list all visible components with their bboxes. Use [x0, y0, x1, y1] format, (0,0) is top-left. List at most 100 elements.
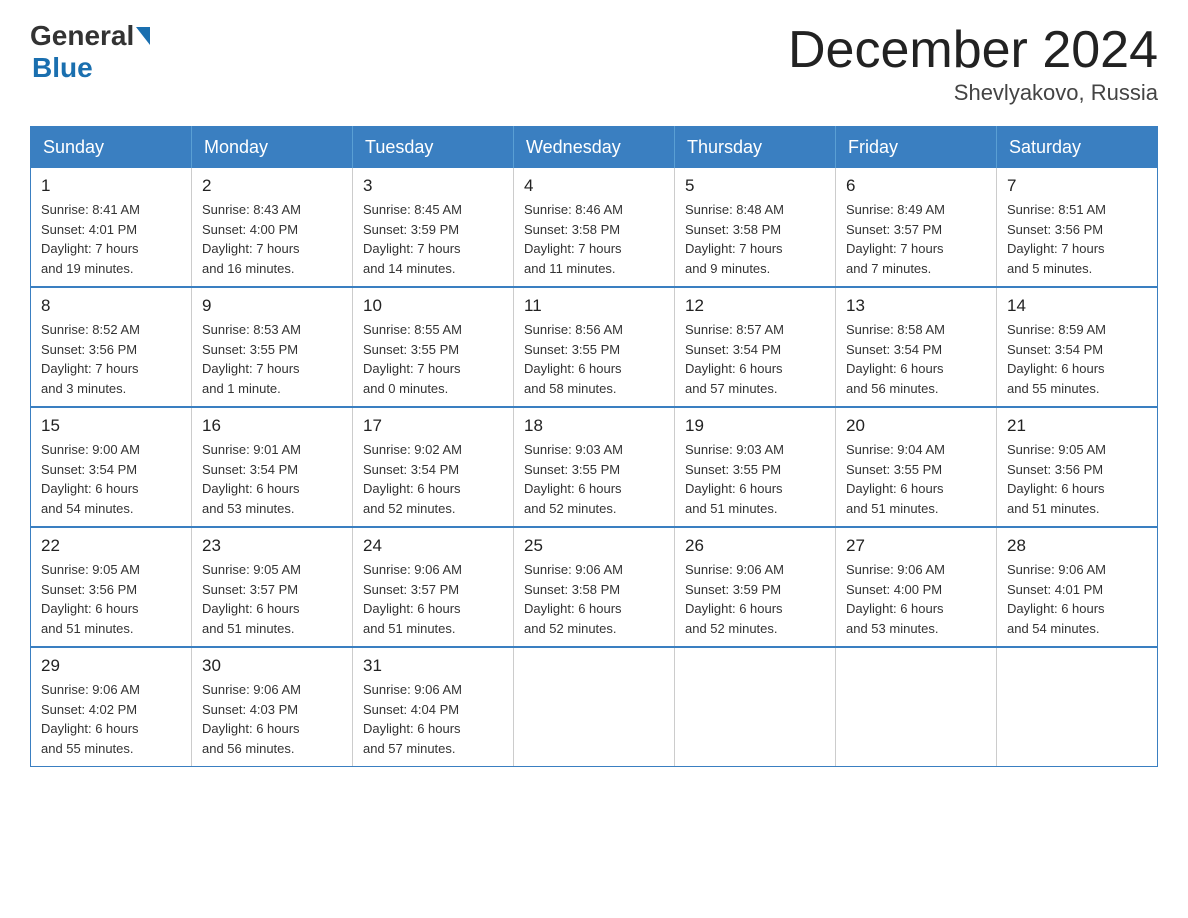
day-number: 12	[685, 296, 825, 316]
day-number: 30	[202, 656, 342, 676]
day-number: 16	[202, 416, 342, 436]
calendar-cell: 14Sunrise: 8:59 AMSunset: 3:54 PMDayligh…	[997, 287, 1158, 407]
day-number: 18	[524, 416, 664, 436]
calendar-cell: 9 Sunrise: 8:53 AMSunset: 3:55 PMDaylight…	[192, 287, 353, 407]
calendar-cell: 21 Sunrise: 9:05 AMSunset: 3:56 PMDayligh…	[997, 407, 1158, 527]
calendar-cell: 23 Sunrise: 9:05 AMSunset: 3:57 PMDayligh…	[192, 527, 353, 647]
calendar-cell: 17 Sunrise: 9:02 AMSunset: 3:54 PMDayligh…	[353, 407, 514, 527]
calendar-table: SundayMondayTuesdayWednesdayThursdayFrid…	[30, 126, 1158, 767]
day-info: Sunrise: 8:55 AMSunset: 3:55 PMDaylight:…	[363, 320, 503, 398]
calendar-week-5: 29 Sunrise: 9:06 AMSunset: 4:02 PMDayligh…	[31, 647, 1158, 767]
day-number: 5	[685, 176, 825, 196]
day-number: 6	[846, 176, 986, 196]
day-info: Sunrise: 9:06 AMSunset: 4:01 PMDaylight:…	[1007, 560, 1147, 638]
calendar-cell: 25Sunrise: 9:06 AMSunset: 3:58 PMDayligh…	[514, 527, 675, 647]
calendar-cell	[675, 647, 836, 767]
calendar-cell: 5 Sunrise: 8:48 AMSunset: 3:58 PMDaylight…	[675, 168, 836, 287]
weekday-header-tuesday: Tuesday	[353, 127, 514, 169]
day-info: Sunrise: 8:48 AMSunset: 3:58 PMDaylight:…	[685, 200, 825, 278]
day-info: Sunrise: 9:05 AMSunset: 3:56 PMDaylight:…	[1007, 440, 1147, 518]
calendar-cell: 26 Sunrise: 9:06 AMSunset: 3:59 PMDayligh…	[675, 527, 836, 647]
calendar-week-4: 22 Sunrise: 9:05 AMSunset: 3:56 PMDayligh…	[31, 527, 1158, 647]
logo-arrow-icon	[136, 27, 150, 45]
calendar-cell: 24Sunrise: 9:06 AMSunset: 3:57 PMDayligh…	[353, 527, 514, 647]
day-number: 11	[524, 296, 664, 316]
day-number: 22	[41, 536, 181, 556]
calendar-cell: 10 Sunrise: 8:55 AMSunset: 3:55 PMDayligh…	[353, 287, 514, 407]
day-number: 4	[524, 176, 664, 196]
calendar-cell: 28 Sunrise: 9:06 AMSunset: 4:01 PMDayligh…	[997, 527, 1158, 647]
day-number: 9	[202, 296, 342, 316]
day-info: Sunrise: 8:58 AMSunset: 3:54 PMDaylight:…	[846, 320, 986, 398]
calendar-cell: 29 Sunrise: 9:06 AMSunset: 4:02 PMDayligh…	[31, 647, 192, 767]
day-number: 23	[202, 536, 342, 556]
calendar-cell: 18 Sunrise: 9:03 AMSunset: 3:55 PMDayligh…	[514, 407, 675, 527]
day-info: Sunrise: 9:02 AMSunset: 3:54 PMDaylight:…	[363, 440, 503, 518]
weekday-header-thursday: Thursday	[675, 127, 836, 169]
day-number: 29	[41, 656, 181, 676]
calendar-cell: 31 Sunrise: 9:06 AMSunset: 4:04 PMDayligh…	[353, 647, 514, 767]
calendar-cell: 20Sunrise: 9:04 AMSunset: 3:55 PMDayligh…	[836, 407, 997, 527]
calendar-cell: 13 Sunrise: 8:58 AMSunset: 3:54 PMDayligh…	[836, 287, 997, 407]
day-info: Sunrise: 9:05 AMSunset: 3:57 PMDaylight:…	[202, 560, 342, 638]
day-number: 31	[363, 656, 503, 676]
title-section: December 2024 Shevlyakovo, Russia	[788, 20, 1158, 106]
calendar-cell	[997, 647, 1158, 767]
day-number: 3	[363, 176, 503, 196]
calendar-week-3: 15Sunrise: 9:00 AMSunset: 3:54 PMDayligh…	[31, 407, 1158, 527]
day-number: 28	[1007, 536, 1147, 556]
day-info: Sunrise: 8:49 AMSunset: 3:57 PMDaylight:…	[846, 200, 986, 278]
logo: General Blue	[30, 20, 152, 84]
day-info: Sunrise: 9:03 AMSunset: 3:55 PMDaylight:…	[524, 440, 664, 518]
calendar-week-1: 1 Sunrise: 8:41 AMSunset: 4:01 PMDaylight…	[31, 168, 1158, 287]
day-number: 17	[363, 416, 503, 436]
day-info: Sunrise: 8:41 AMSunset: 4:01 PMDaylight:…	[41, 200, 181, 278]
day-info: Sunrise: 9:06 AMSunset: 4:04 PMDaylight:…	[363, 680, 503, 758]
calendar-week-2: 8Sunrise: 8:52 AMSunset: 3:56 PMDaylight…	[31, 287, 1158, 407]
calendar-cell: 16 Sunrise: 9:01 AMSunset: 3:54 PMDayligh…	[192, 407, 353, 527]
calendar-header: SundayMondayTuesdayWednesdayThursdayFrid…	[31, 127, 1158, 169]
day-info: Sunrise: 9:03 AMSunset: 3:55 PMDaylight:…	[685, 440, 825, 518]
calendar-cell: 15Sunrise: 9:00 AMSunset: 3:54 PMDayligh…	[31, 407, 192, 527]
day-info: Sunrise: 9:05 AMSunset: 3:56 PMDaylight:…	[41, 560, 181, 638]
calendar-cell	[836, 647, 997, 767]
day-info: Sunrise: 8:51 AMSunset: 3:56 PMDaylight:…	[1007, 200, 1147, 278]
page-header: General Blue December 2024 Shevlyakovo, …	[30, 20, 1158, 106]
weekday-header-monday: Monday	[192, 127, 353, 169]
day-number: 27	[846, 536, 986, 556]
day-info: Sunrise: 9:06 AMSunset: 3:59 PMDaylight:…	[685, 560, 825, 638]
day-info: Sunrise: 8:59 AMSunset: 3:54 PMDaylight:…	[1007, 320, 1147, 398]
day-info: Sunrise: 9:06 AMSunset: 4:03 PMDaylight:…	[202, 680, 342, 758]
weekday-row: SundayMondayTuesdayWednesdayThursdayFrid…	[31, 127, 1158, 169]
calendar-cell: 30 Sunrise: 9:06 AMSunset: 4:03 PMDayligh…	[192, 647, 353, 767]
day-info: Sunrise: 9:06 AMSunset: 4:00 PMDaylight:…	[846, 560, 986, 638]
day-number: 1	[41, 176, 181, 196]
weekday-header-friday: Friday	[836, 127, 997, 169]
day-number: 7	[1007, 176, 1147, 196]
day-number: 13	[846, 296, 986, 316]
day-number: 20	[846, 416, 986, 436]
calendar-cell: 27 Sunrise: 9:06 AMSunset: 4:00 PMDayligh…	[836, 527, 997, 647]
calendar-cell: 6 Sunrise: 8:49 AMSunset: 3:57 PMDaylight…	[836, 168, 997, 287]
day-info: Sunrise: 8:45 AMSunset: 3:59 PMDaylight:…	[363, 200, 503, 278]
location-subtitle: Shevlyakovo, Russia	[788, 80, 1158, 106]
calendar-cell: 4Sunrise: 8:46 AMSunset: 3:58 PMDaylight…	[514, 168, 675, 287]
day-number: 8	[41, 296, 181, 316]
day-info: Sunrise: 8:53 AMSunset: 3:55 PMDaylight:…	[202, 320, 342, 398]
weekday-header-wednesday: Wednesday	[514, 127, 675, 169]
logo-general-text: General	[30, 20, 134, 52]
day-info: Sunrise: 8:56 AMSunset: 3:55 PMDaylight:…	[524, 320, 664, 398]
calendar-cell: 3 Sunrise: 8:45 AMSunset: 3:59 PMDaylight…	[353, 168, 514, 287]
day-number: 24	[363, 536, 503, 556]
day-number: 10	[363, 296, 503, 316]
calendar-body: 1 Sunrise: 8:41 AMSunset: 4:01 PMDaylight…	[31, 168, 1158, 767]
day-info: Sunrise: 9:01 AMSunset: 3:54 PMDaylight:…	[202, 440, 342, 518]
day-info: Sunrise: 9:06 AMSunset: 4:02 PMDaylight:…	[41, 680, 181, 758]
logo-blue-text: Blue	[32, 52, 93, 84]
weekday-header-sunday: Sunday	[31, 127, 192, 169]
day-number: 21	[1007, 416, 1147, 436]
day-number: 26	[685, 536, 825, 556]
day-info: Sunrise: 8:43 AMSunset: 4:00 PMDaylight:…	[202, 200, 342, 278]
day-info: Sunrise: 8:57 AMSunset: 3:54 PMDaylight:…	[685, 320, 825, 398]
calendar-cell: 19Sunrise: 9:03 AMSunset: 3:55 PMDayligh…	[675, 407, 836, 527]
